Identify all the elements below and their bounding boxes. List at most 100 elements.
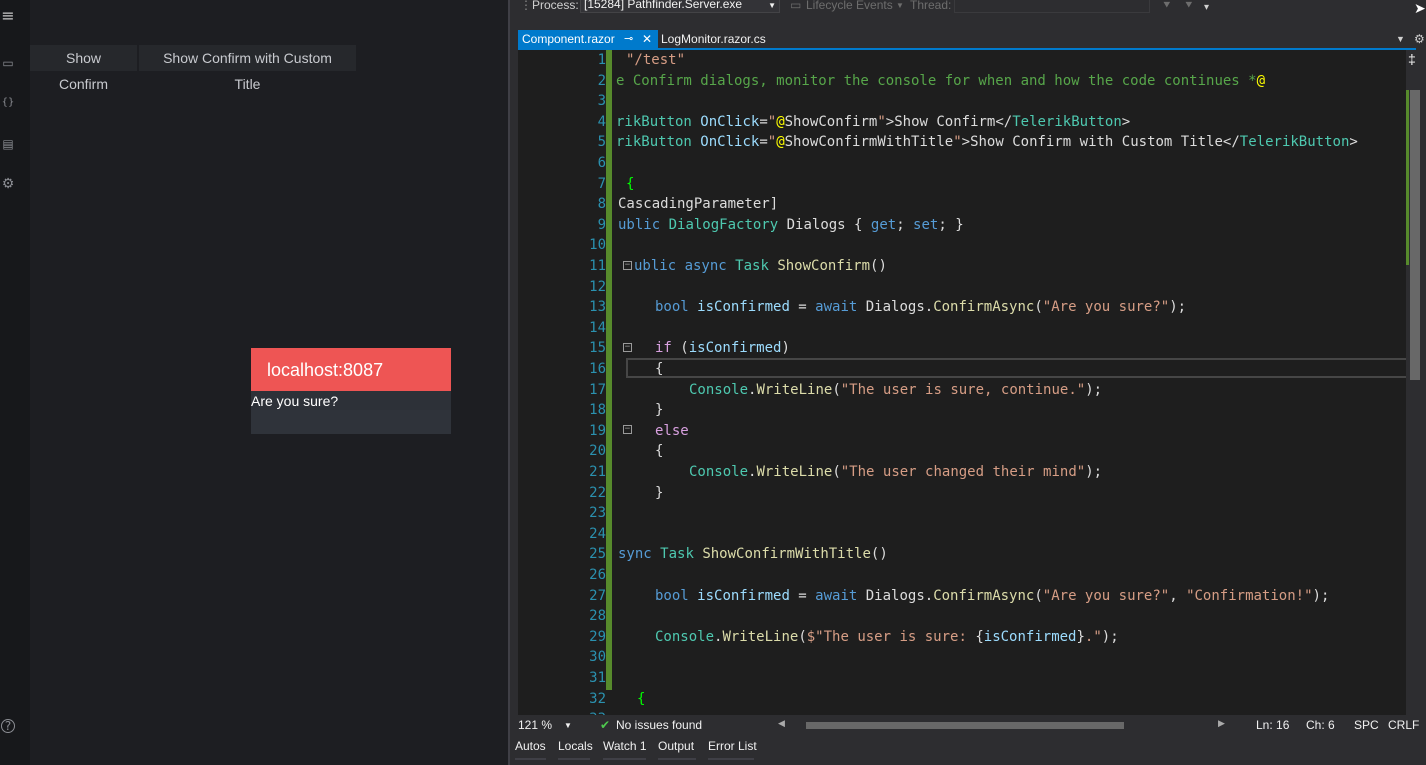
line-number: 15 (589, 340, 606, 357)
show-confirm-custom-title-button[interactable]: Show Confirm with Custom Title (139, 45, 356, 92)
code-line-7: { (626, 175, 635, 192)
process-dropdown[interactable]: [15284] Pathfinder.Server.exe ▼ (580, 0, 780, 13)
dialog-cancel-button[interactable] (351, 410, 451, 434)
line-number: 9 (597, 216, 606, 233)
line-number: 19 (589, 422, 606, 439)
dialog-message: Are you sure? (251, 393, 339, 409)
tab-output[interactable]: Output (658, 739, 694, 753)
code-editor[interactable]: 1 2 3 4 5 6 7 8 9 10 11 12 13 14 15 16 17 18 19 20 21 22 23 24 2… (518, 50, 1406, 715)
collapse-icon[interactable]: − (623, 425, 632, 434)
filter-clear-icon[interactable]: ⯆ (1184, 0, 1194, 13)
clipboard-icon[interactable]: ▤ (0, 136, 16, 152)
pane-divider[interactable] (508, 0, 510, 765)
zoom-level[interactable]: 121 % (518, 718, 552, 732)
line-number: 25 (589, 546, 606, 563)
tab-list-dropdown-icon[interactable]: ▼ (1396, 30, 1405, 48)
code-line-27: bool isConfirmed = await Dialogs.Confirm… (655, 587, 1330, 604)
tab-autos[interactable]: Autos (515, 739, 546, 753)
line-number: 1 (597, 52, 606, 68)
line-number: 20 (589, 443, 606, 460)
editor-status-row: 121 % ▼ ✔ No issues found ◀ ▶ Ln: 16 Ch:… (508, 715, 1426, 735)
tab-underline (558, 758, 590, 760)
code-line-22: } (655, 484, 664, 501)
code-line-19: else (655, 422, 689, 439)
document-tab-bar: Component.razor ⊸ ✕ LogMonitor.razor.cs … (508, 30, 1426, 48)
line-number: 8 (597, 196, 606, 213)
dialog-title: localhost:8087 (251, 348, 451, 391)
vertical-scrollbar[interactable]: ‡ (1406, 50, 1424, 715)
scroll-left-icon[interactable]: ◀ (778, 718, 785, 729)
line-number: 5 (597, 134, 606, 151)
thread-dropdown[interactable] (954, 0, 1150, 13)
help-icon[interactable]: ? (1, 719, 15, 733)
line-number: 6 (597, 155, 606, 171)
issues-status[interactable]: No issues found (616, 718, 702, 732)
line-number: 30 (589, 649, 606, 666)
line-number: 17 (589, 381, 606, 398)
spacing-mode[interactable]: SPC (1354, 718, 1379, 732)
thread-label: Thread: (910, 0, 952, 12)
tab-label: LogMonitor.razor.cs (661, 32, 766, 46)
toolbar-overflow-icon[interactable]: ▾ (1204, 2, 1209, 13)
line-number-gutter: 1 2 3 4 5 6 7 8 9 10 11 12 13 14 15 16 17 18 19 20 21 22 23 24 2… (518, 50, 606, 715)
column-position: Ch: 6 (1306, 718, 1335, 732)
dialog-ok-button[interactable] (251, 410, 351, 434)
code-line-11: ublic async Task ShowConfirm() (634, 258, 887, 274)
code-line-17: Console.WriteLine("The user is sure, con… (689, 381, 1103, 398)
gear-icon[interactable]: ⚙ (1414, 30, 1425, 48)
line-number: 26 (589, 567, 606, 583)
show-confirm-button[interactable]: Show Confirm (30, 45, 137, 92)
process-value: [15284] Pathfinder.Server.exe (584, 0, 743, 11)
split-icon[interactable]: ‡ (1408, 52, 1416, 66)
code-area[interactable]: "/test" e Confirm dialogs, monitor the c… (612, 50, 1406, 715)
pin-icon[interactable]: ⊸ (624, 30, 633, 48)
code-line-21: Console.WriteLine("The user changed thei… (689, 464, 1103, 480)
confirm-dialog: localhost:8087 Are you sure? (251, 348, 451, 434)
tab-underline (603, 758, 646, 760)
line-number: 28 (589, 608, 606, 625)
process-label: Process: (532, 0, 579, 12)
tab-component-razor[interactable]: Component.razor ⊸ ✕ (518, 30, 658, 48)
code-line-8: CascadingParameter] (618, 196, 779, 213)
tab-watch-1[interactable]: Watch 1 (603, 739, 647, 753)
scrollbar-thumb[interactable] (1410, 90, 1420, 380)
scroll-right-icon[interactable]: ▶ (1218, 718, 1225, 729)
line-number: 22 (589, 484, 606, 501)
scrollbar-change-marker (1406, 90, 1409, 265)
line-number: 31 (589, 670, 606, 686)
line-number: 14 (589, 319, 606, 336)
debug-tool-tabs: Autos Locals Watch 1 Output Error List (508, 735, 1426, 765)
code-line-16: { (655, 361, 664, 377)
horizontal-scrollbar[interactable]: ◀ ▶ (778, 718, 1228, 730)
tab-underline (708, 758, 754, 760)
code-line-32: { (637, 690, 646, 707)
menu-icon[interactable]: ≡ (0, 8, 16, 24)
braces-icon[interactable]: {} (0, 95, 16, 111)
debug-toolbar: ⋮ Process: [15284] Pathfinder.Server.exe… (508, 0, 1426, 16)
chevron-down-icon[interactable]: ▼ (564, 721, 572, 730)
lifecycle-events-label[interactable]: Lifecycle Events (806, 0, 893, 12)
line-number: 21 (589, 464, 606, 480)
monitor-icon[interactable]: ▭ (0, 55, 16, 71)
line-number: 2 (597, 72, 606, 89)
code-line-20: { (655, 443, 664, 460)
visual-studio-window: ⋮ Process: [15284] Pathfinder.Server.exe… (508, 0, 1426, 765)
chevron-down-icon: ▼ (768, 1, 776, 10)
close-icon[interactable]: ✕ (642, 30, 652, 48)
horizontal-scrollbar-thumb[interactable] (806, 722, 1124, 729)
collapse-icon[interactable]: − (623, 261, 632, 270)
line-number: 32 (589, 690, 606, 707)
gear-icon[interactable]: ⚙ (0, 176, 16, 192)
line-number: 24 (589, 525, 606, 542)
tab-locals[interactable]: Locals (558, 739, 593, 753)
line-position: Ln: 16 (1256, 718, 1290, 732)
line-ending[interactable]: CRLF (1388, 718, 1419, 732)
code-line-15: if (isConfirmed) (655, 340, 790, 357)
mouse-cursor-icon: ➤ (1414, 0, 1426, 16)
tab-error-list[interactable]: Error List (708, 739, 757, 753)
tab-logmonitor-razor-cs[interactable]: LogMonitor.razor.cs (658, 30, 788, 48)
grip-icon: ⋮ (520, 0, 532, 12)
filter-icon[interactable]: ⯆ (1162, 0, 1172, 13)
collapse-icon[interactable]: − (623, 343, 632, 352)
tab-label: Component.razor (522, 32, 615, 46)
